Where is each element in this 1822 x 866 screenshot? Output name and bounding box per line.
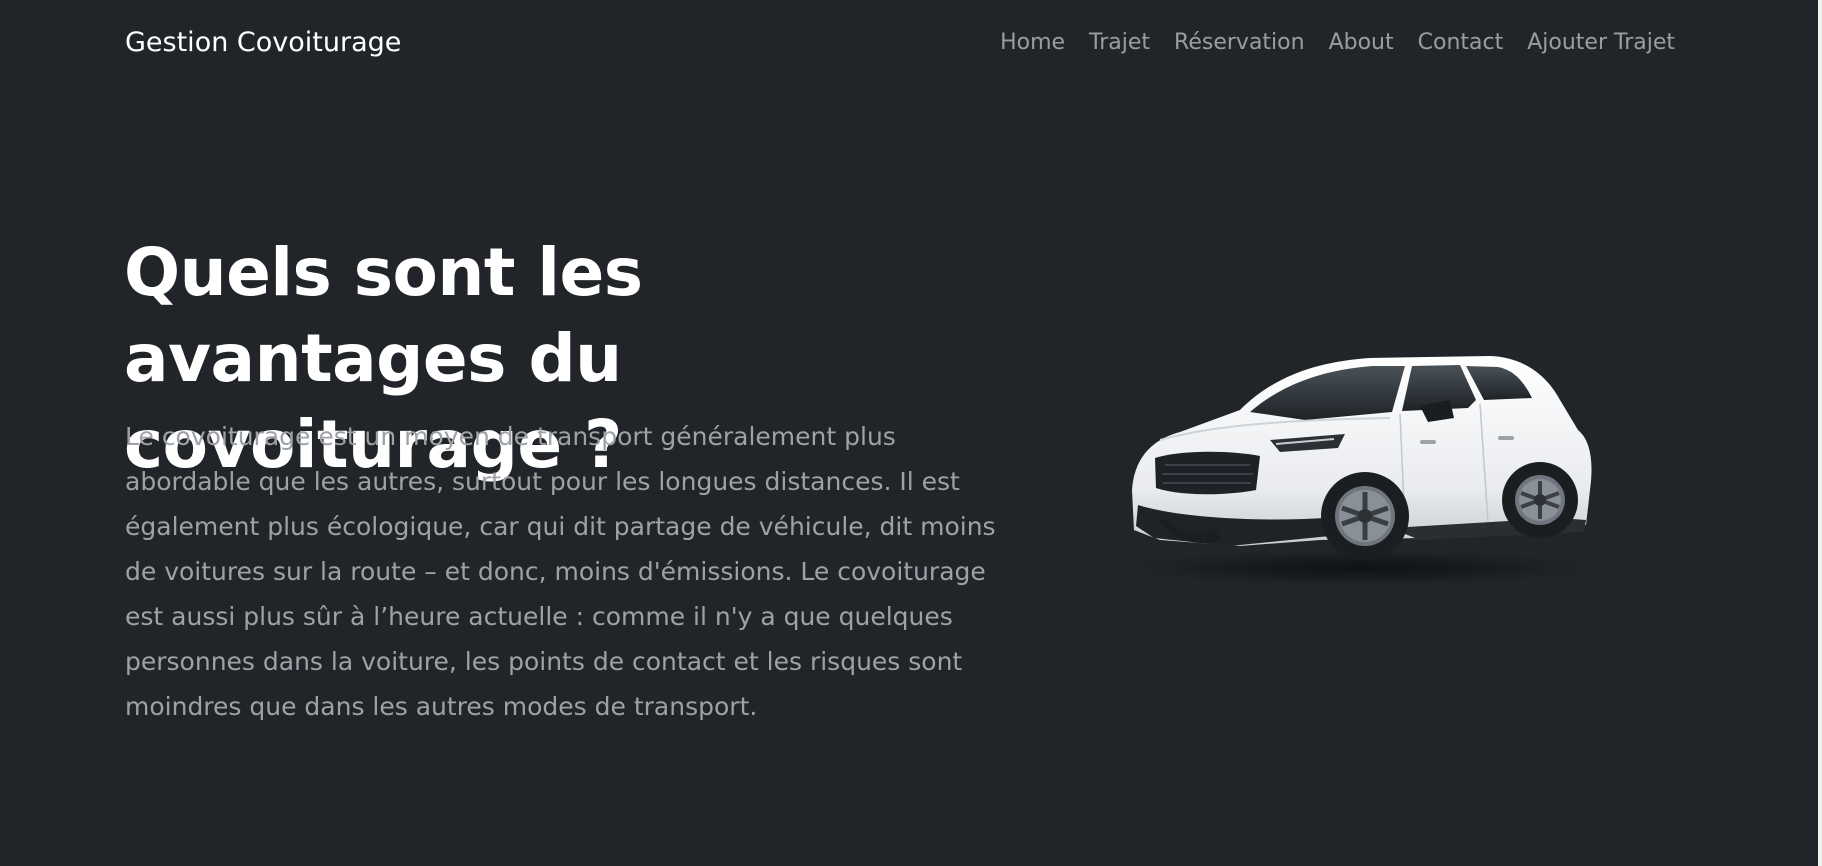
nav-link-trajet[interactable]: Trajet (1077, 27, 1162, 59)
car-image (1120, 340, 1600, 600)
nav-link-contact[interactable]: Contact (1406, 27, 1516, 59)
nav-link-ajouter-trajet[interactable]: Ajouter Trajet (1515, 27, 1675, 59)
navbar-brand[interactable]: Gestion Covoiturage (125, 25, 401, 61)
nav-link-about[interactable]: About (1317, 27, 1406, 59)
page: Gestion Covoiturage Home Trajet Réservat… (0, 0, 1822, 866)
nav-links: Home Trajet Réservation About Contact Aj… (988, 27, 1675, 59)
nav-link-reservation[interactable]: Réservation (1162, 27, 1317, 59)
car-illustration (1125, 356, 1595, 586)
nav-link-home[interactable]: Home (988, 27, 1077, 59)
navbar: Gestion Covoiturage Home Trajet Réservat… (0, 0, 1818, 88)
hero-lead: Le covoiturage est un moyen de transport… (125, 422, 996, 721)
scrollbar-edge (1818, 0, 1822, 866)
